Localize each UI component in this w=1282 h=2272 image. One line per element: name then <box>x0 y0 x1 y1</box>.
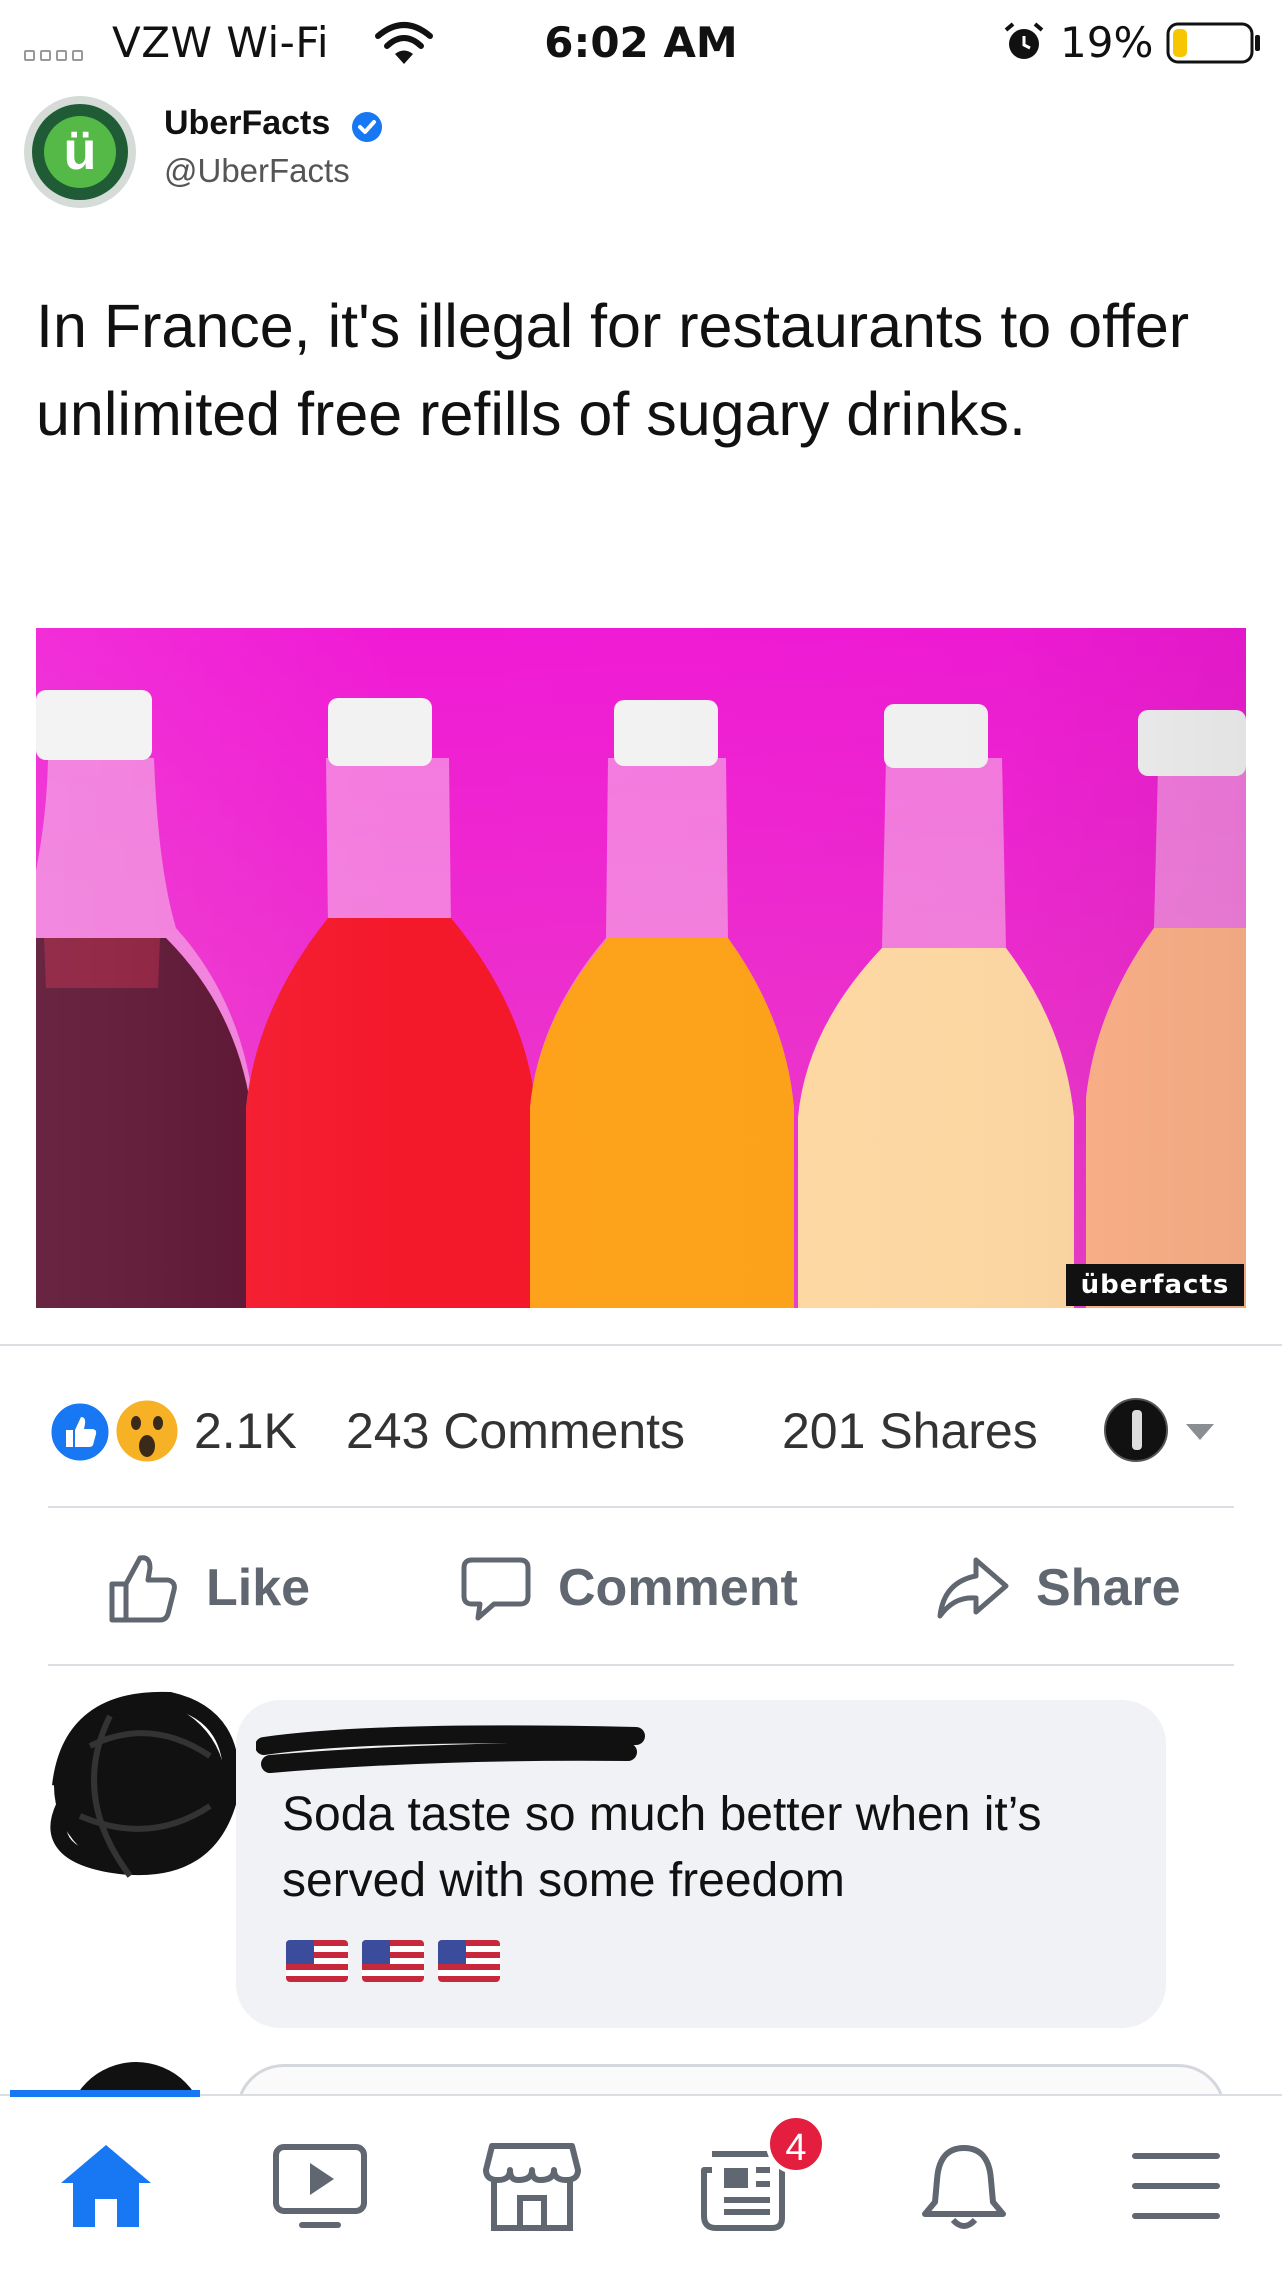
battery-percent: 19% <box>1060 18 1154 67</box>
tab-marketplace[interactable] <box>482 2136 582 2236</box>
post-text: In France, it's illegal for restaurants … <box>36 292 1190 448</box>
share-arrow-icon <box>937 1557 1009 1619</box>
active-tab-indicator <box>10 2090 200 2097</box>
us-flag-icon <box>362 1940 424 1982</box>
like-label: Like <box>206 1559 311 1617</box>
tab-notifications[interactable] <box>914 2136 1014 2236</box>
tab-menu[interactable] <box>1126 2136 1226 2236</box>
share-count[interactable]: 201 Shares <box>782 1402 1038 1460</box>
tab-watch[interactable] <box>270 2136 370 2236</box>
verified-badge-icon <box>352 112 382 142</box>
comment-count[interactable]: 243 Comments <box>346 1402 685 1460</box>
us-flag-icon <box>286 1940 348 1982</box>
watch-icon <box>273 2144 367 2228</box>
tab-home[interactable] <box>56 2136 156 2236</box>
like-reaction-icon <box>48 1400 112 1464</box>
commenter-name-redacted[interactable] <box>256 1722 646 1782</box>
battery-icon <box>1166 22 1260 64</box>
comment-button[interactable]: Comment <box>458 1546 798 1630</box>
news-notification-badge: 4 <box>766 2114 826 2174</box>
home-icon <box>61 2145 151 2227</box>
chevron-down-icon[interactable] <box>1182 1420 1218 1444</box>
divider <box>0 1344 1282 1346</box>
status-bar: VZW Wi-Fi 6:02 AM 19% <box>0 0 1282 84</box>
commenter-avatar-redacted[interactable] <box>30 1676 250 1896</box>
divider <box>48 1506 1234 1508</box>
photo-watermark: überfacts <box>1066 1264 1244 1306</box>
alarm-icon <box>1004 22 1044 59</box>
bottom-tab-bar: 4 <box>0 2090 1282 2272</box>
bell-icon <box>922 2145 1006 2229</box>
comment-text: Soda taste so much better when it’s serv… <box>282 1788 1042 1907</box>
page-avatar[interactable]: ü <box>24 96 136 208</box>
menu-icon <box>1132 2153 1220 2219</box>
comment-bubble-icon <box>461 1557 531 1621</box>
viewer-avatar[interactable] <box>1104 1398 1168 1462</box>
page-handle: @UberFacts <box>164 152 350 189</box>
like-button[interactable]: Like <box>106 1546 310 1630</box>
wow-reaction-icon <box>113 1397 181 1465</box>
marketplace-icon <box>483 2143 581 2231</box>
comment-label: Comment <box>558 1559 798 1617</box>
us-flag-icon <box>438 1940 500 1982</box>
share-label: Share <box>1036 1559 1181 1617</box>
thumbs-up-icon <box>109 1555 177 1623</box>
share-button[interactable]: Share <box>934 1546 1181 1630</box>
post-photo[interactable] <box>36 628 1246 1308</box>
comment-emojis <box>286 1940 500 1982</box>
divider <box>48 1664 1234 1666</box>
reaction-count[interactable]: 2.1K <box>194 1402 297 1460</box>
page-name[interactable]: UberFacts <box>164 104 330 143</box>
page-avatar-letter: ü <box>44 116 116 188</box>
